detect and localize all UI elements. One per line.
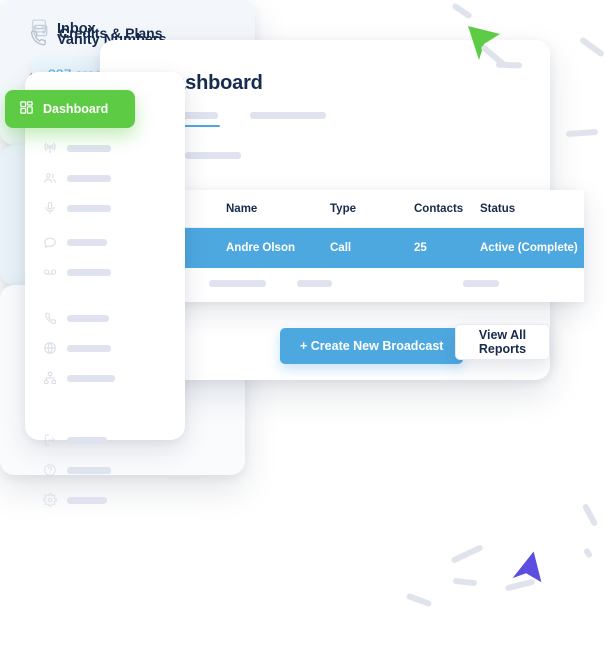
- sidebar-item-phone-numbers[interactable]: [43, 310, 173, 326]
- sidebar-item-teams[interactable]: [43, 370, 173, 386]
- sidebar-item-voice-recordings[interactable]: [43, 200, 173, 216]
- help-icon: [43, 463, 57, 477]
- sidebar-item-label-placeholder: [67, 466, 111, 474]
- sidebar-item-label-placeholder: [67, 238, 107, 246]
- tab-placeholder-inactive[interactable]: [250, 112, 326, 119]
- chat-icon: [43, 235, 57, 249]
- motion-dash: [450, 544, 484, 564]
- sidebar-item-label-placeholder: [67, 144, 111, 152]
- sidebar-item-label-placeholder: [67, 204, 111, 212]
- cursor-arrow-purple: [512, 548, 568, 609]
- broadcast-icon: [43, 141, 57, 155]
- motion-dash: [405, 592, 433, 608]
- motion-dash: [581, 502, 599, 528]
- screenshot-stage: Dashboard Name Type Contacts Status Andr…: [0, 0, 605, 672]
- sidebar-card: Dashboard: [5, 72, 185, 507]
- motion-dash: [504, 578, 536, 592]
- sidebar-item-logout[interactable]: [43, 432, 173, 448]
- voicemail-icon: [43, 265, 57, 279]
- sidebar-item-settings[interactable]: [43, 492, 173, 508]
- sidebar-item-messages[interactable]: [43, 234, 173, 250]
- cell-placeholder: [463, 280, 499, 287]
- sidebar-item-dashboard[interactable]: Dashboard: [5, 90, 135, 128]
- settings-icon: [43, 493, 57, 507]
- sidebar-item-label-placeholder: [67, 344, 111, 352]
- sidebar-item-label-placeholder: [67, 496, 107, 504]
- sitemap-icon: [43, 371, 57, 385]
- phone-icon: [43, 311, 57, 325]
- create-new-broadcast-button[interactable]: + Create New Broadcast: [280, 328, 464, 364]
- sidebar-item-label-placeholder: [67, 374, 115, 382]
- sidebar-item-label-placeholder: [67, 436, 107, 444]
- globe-icon: [43, 341, 57, 355]
- sidebar-item-label-placeholder: [67, 314, 109, 322]
- tab-bar: [160, 112, 390, 127]
- sidebar-item-label-placeholder: [67, 268, 111, 276]
- sidebar-item-broadcasts[interactable]: [43, 140, 173, 156]
- motion-dash: [451, 2, 473, 20]
- contacts-icon: [43, 171, 57, 185]
- sidebar-item-help[interactable]: [43, 462, 173, 478]
- broadcast-label-placeholder: [185, 151, 241, 159]
- column-header-contacts[interactable]: Contacts: [414, 203, 463, 215]
- motion-dash: [495, 61, 523, 69]
- column-header-status[interactable]: Status: [480, 203, 515, 215]
- wallet-icon: [32, 22, 49, 44]
- column-header-type[interactable]: Type: [330, 203, 356, 215]
- sidebar-item-contacts[interactable]: [43, 170, 173, 186]
- cell-type: Call: [330, 242, 352, 254]
- sidebar-item-voicemail[interactable]: [43, 264, 173, 280]
- view-all-reports-button[interactable]: View All Reports: [455, 324, 550, 360]
- motion-dash: [452, 577, 478, 587]
- sidebar-item-label-placeholder: [67, 174, 111, 182]
- column-header-name[interactable]: Name: [226, 203, 257, 215]
- sidebar-item-integrations[interactable]: [43, 340, 173, 356]
- sidebar-nav-list: [43, 140, 173, 522]
- cell-status: Active (Complete): [480, 242, 578, 254]
- cell-name: Andre Olson: [226, 242, 296, 254]
- microphone-icon: [43, 201, 57, 215]
- grid-icon: [19, 100, 34, 118]
- motion-dash: [582, 547, 594, 559]
- motion-dash: [565, 128, 599, 138]
- sidebar-item-dashboard-label: Dashboard: [43, 102, 109, 116]
- logout-icon: [43, 433, 57, 447]
- cell-placeholder: [297, 280, 332, 287]
- cell-placeholder: [209, 280, 266, 287]
- cell-contacts: 25: [414, 242, 427, 254]
- credits-title: Credits & Plans: [59, 25, 163, 41]
